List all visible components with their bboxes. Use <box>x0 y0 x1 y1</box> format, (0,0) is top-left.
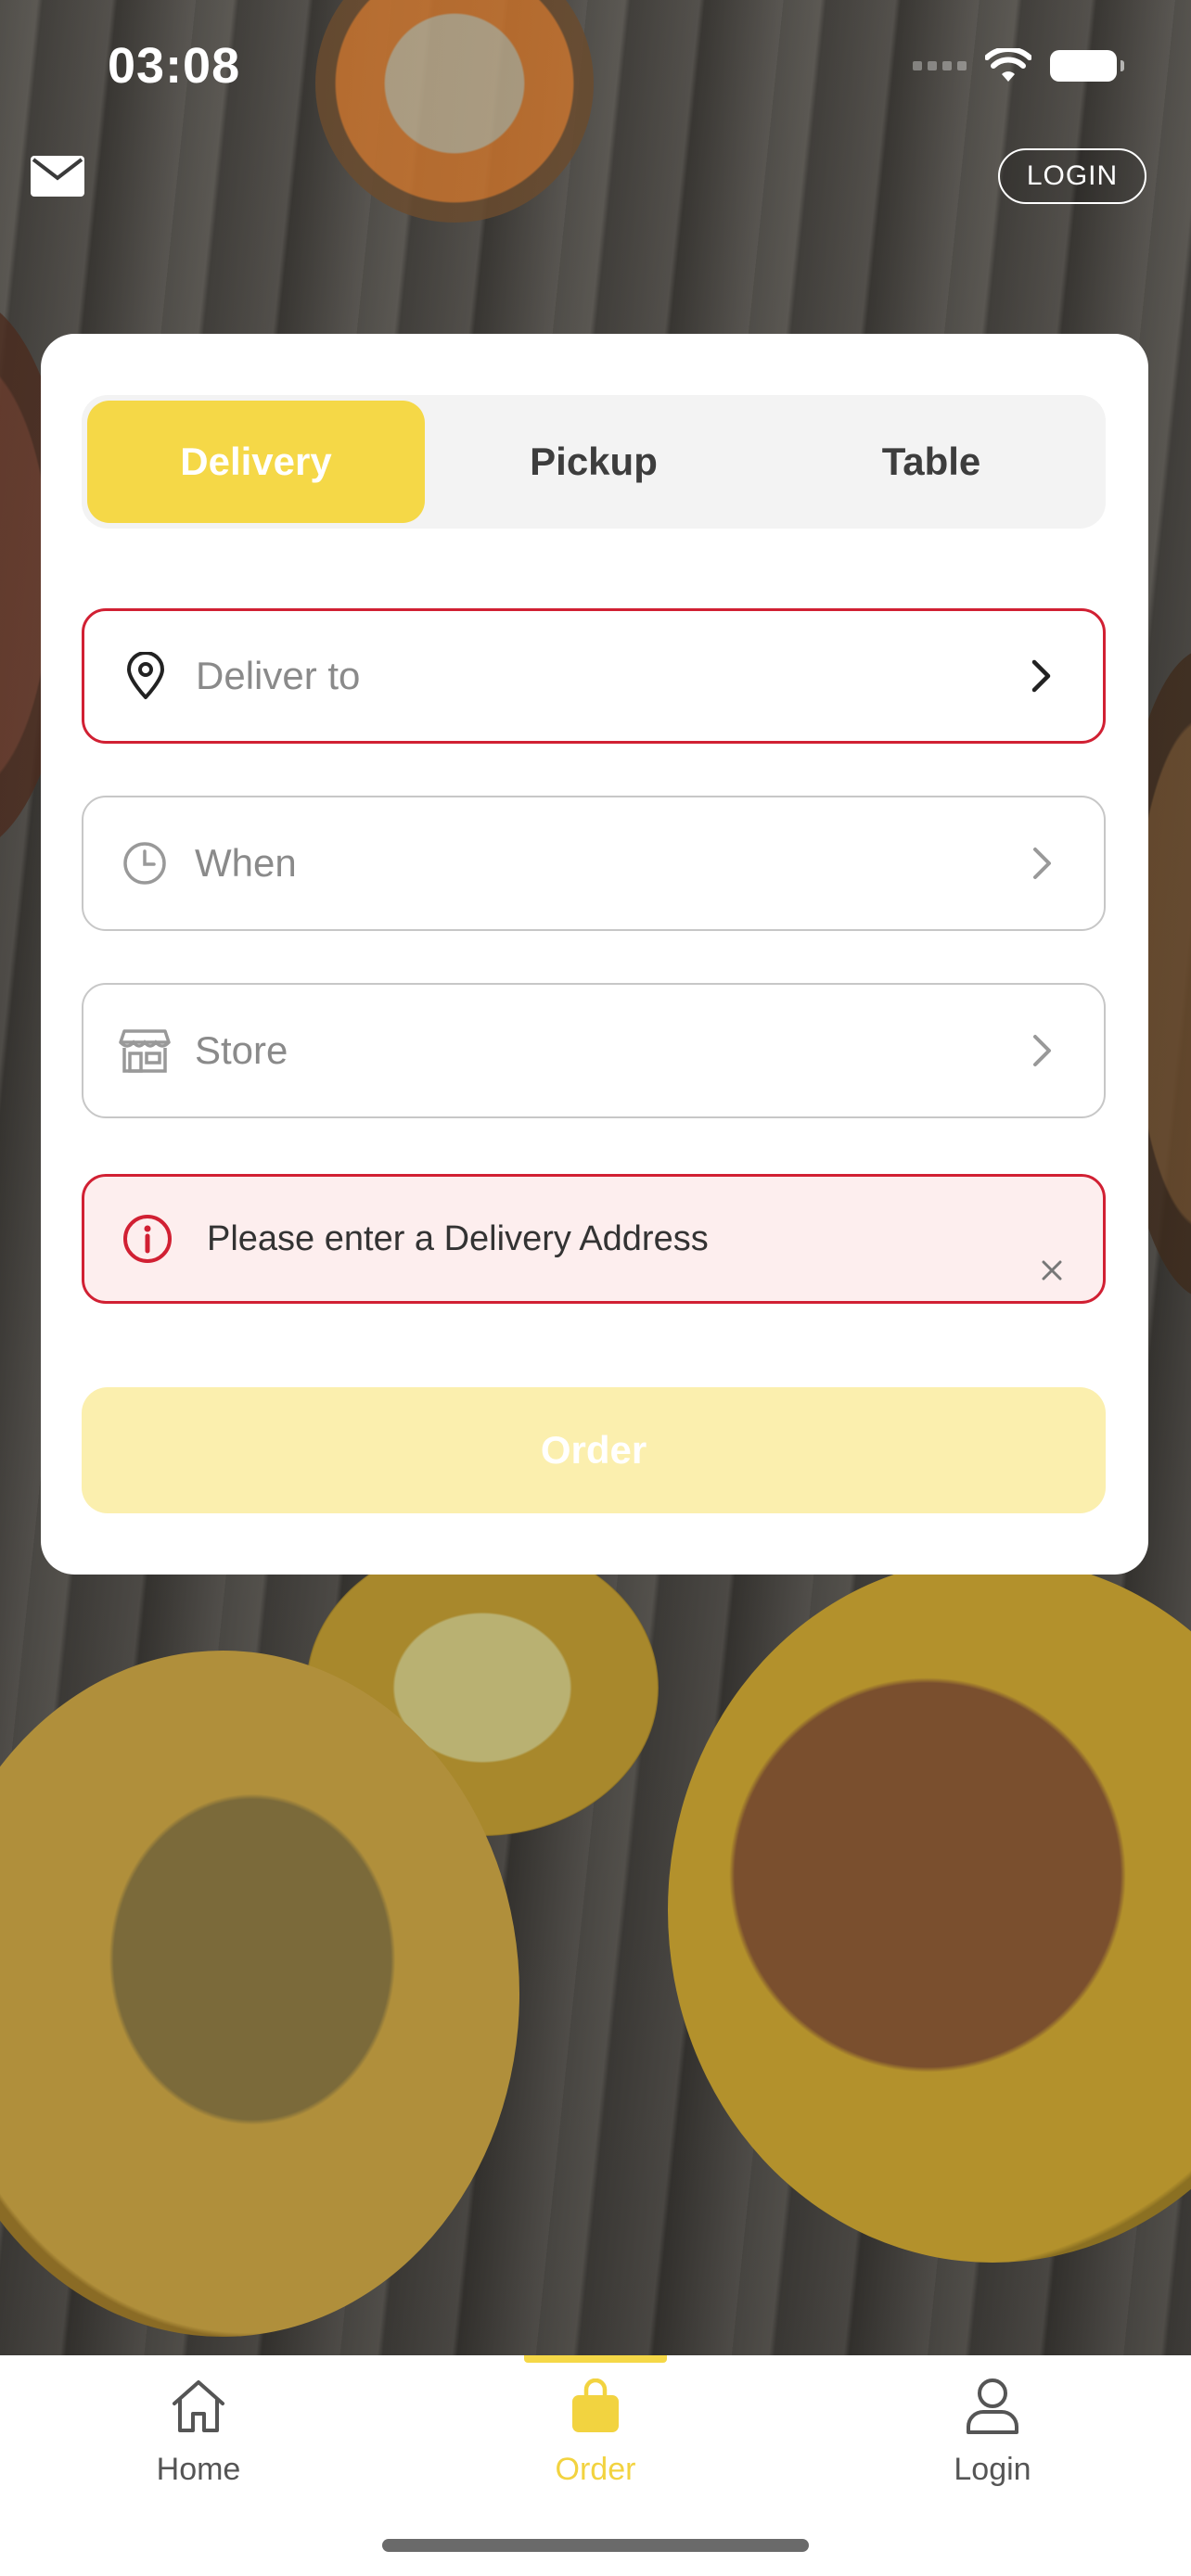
wifi-icon <box>985 48 1031 82</box>
shopping-bag-icon <box>563 2374 628 2439</box>
order-type-tabs: Delivery Pickup Table <box>82 395 1106 529</box>
nav-home[interactable]: Home <box>87 2374 310 2488</box>
status-time: 03:08 <box>108 38 241 94</box>
when-label: When <box>195 841 297 885</box>
chevron-right-icon <box>1024 845 1061 882</box>
deliver-to-field[interactable]: Deliver to <box>82 608 1106 744</box>
food-plate <box>668 1558 1191 2263</box>
clock-icon <box>117 835 173 891</box>
tab-table[interactable]: Table <box>762 401 1100 523</box>
nav-login-label: Login <box>954 2452 1031 2487</box>
info-icon <box>123 1215 172 1263</box>
error-alert: Please enter a Delivery Address <box>82 1174 1106 1304</box>
home-indicator <box>382 2539 809 2552</box>
user-icon <box>960 2374 1025 2439</box>
tab-pickup[interactable]: Pickup <box>425 401 762 523</box>
cellular-signal-icon <box>913 61 967 70</box>
mail-icon[interactable] <box>30 154 85 198</box>
drink-glass <box>315 0 594 223</box>
deliver-to-label: Deliver to <box>196 654 361 697</box>
location-pin-icon <box>118 648 173 704</box>
error-message: Please enter a Delivery Address <box>207 1218 709 1258</box>
store-label: Store <box>195 1028 288 1072</box>
header-login-button[interactable]: LOGIN <box>998 148 1146 204</box>
store-field[interactable]: Store <box>82 983 1106 1118</box>
when-field[interactable]: When <box>82 796 1106 931</box>
nav-order-label: Order <box>555 2452 636 2487</box>
active-tab-indicator <box>524 2355 667 2363</box>
status-icons <box>913 48 1124 83</box>
order-button[interactable]: Order <box>82 1387 1106 1513</box>
chevron-right-icon <box>1024 1032 1061 1069</box>
battery-icon <box>1050 50 1124 82</box>
chevron-right-icon <box>1023 657 1060 695</box>
tab-delivery[interactable]: Delivery <box>87 401 425 523</box>
nav-home-label: Home <box>156 2452 241 2487</box>
home-icon <box>166 2374 231 2439</box>
order-card: Delivery Pickup Table Deliver to When St… <box>41 334 1148 1575</box>
storefront-icon <box>117 1023 173 1078</box>
nav-login[interactable]: Login <box>881 2374 1104 2488</box>
nav-order[interactable]: Order <box>484 2374 707 2488</box>
close-icon[interactable] <box>1038 1256 1066 1284</box>
